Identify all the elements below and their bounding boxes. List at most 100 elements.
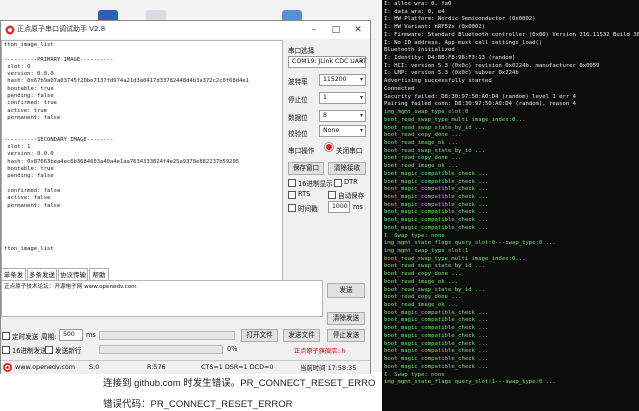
error-code: 错误代码：PR_CONNECT_RESET_ERROR [103,399,293,410]
clear-send-button[interactable]: 清除发送 [327,312,365,325]
terminal-line: I Swap type: none [384,371,445,378]
send-progress-bar [99,331,235,340]
port-select-label: 串口选择 [288,47,315,55]
terminal-line: I: Identity: D4:BB:F8:98:F3:13 (random) [384,55,516,62]
terminal-line: I: HCI: version 5.3 (0x0c) revision 0x02… [384,62,600,69]
receive-line [4,130,249,137]
receive-line: active: true [4,107,48,114]
status-url[interactable]: www.openedv.com [15,363,75,371]
terminal-line: I: Firmware: Standard Bluetooth controll… [384,31,639,38]
auto-save-checkbox[interactable] [328,191,336,199]
terminal-line: boot_read_swap_type_multi image_index:0.… [384,255,526,262]
minimize-button[interactable]: – [303,21,325,39]
receive-area[interactable]: tton_image_list ----------PRIMARY IMAGE--… [1,40,283,285]
port-status-indicator-icon [324,142,334,152]
send-button[interactable]: 发送 [327,283,365,298]
terminal-line: img_mgmt_swap_type slot:1 [384,248,469,254]
period-input[interactable]: 500 [59,329,83,341]
terminal-line: I: HW Variant: nRF52x (0x0002) [384,24,486,31]
parity-select[interactable]: None ▾ [319,125,366,137]
terminal-line: boot_magic_compatible_check ... [384,186,489,193]
terminal-line: boot_read_copy_done ... [384,155,462,162]
terminal-line: boot_magic_compatible_check ... [384,178,489,185]
browser-error-page: 连接到 github.com 时发生错误。PR_CONNECT_RESET_ER… [0,372,385,411]
app-logo-icon [5,25,15,35]
error-message: 连接到 github.com 时发生错误。PR_CONNECT_RESET_ER… [103,378,376,389]
timestamp-unit: ms [353,203,363,211]
receive-line [4,122,249,129]
terminal-line: boot_magic_compatible_check ... [384,224,489,231]
send-input[interactable]: 正点原子技术论坛：开源电子网 www.openedv.com [1,280,323,317]
receive-line: ----------SECONDARY IMAGE-------- [4,136,114,143]
terminal-window: I: alloc wra: 0, fa0 I: data wra: 0, e4 I:… [382,0,639,411]
terminal-line: boot_read_copy_done ... [384,132,462,139]
terminal-line: boot_read_image_ok ... [384,278,459,285]
receive-line: confirmed: true [4,100,57,107]
hex-send-checkbox[interactable] [2,346,10,354]
terminal-line: boot_read_image_ok ... [384,302,459,309]
receive-line [4,239,249,246]
maximize-button[interactable]: □ [325,21,347,39]
terminal-line: Advertising successfully started [384,78,492,85]
tab-protocol[interactable]: 协议传输 [58,268,88,280]
receive-line: tton_image_list [4,42,54,48]
timed-send-label: 定时发送 [12,333,39,341]
parity-value: None [323,127,340,134]
send-file-button[interactable]: 发送文件 [283,329,320,342]
auto-save-label: 自动保存 [338,192,365,200]
brand-link[interactable]: 正点原子旗舰店: h [294,346,345,355]
save-window-button[interactable]: 保存窗口 [288,162,324,175]
receive-line: pending: false [4,173,54,180]
hex-display-checkbox[interactable] [288,179,296,187]
period-label: 周期: [41,333,57,341]
terminal-line: Security failed: D8:30:97:50:A0:D4 (rand… [384,93,576,100]
chevron-down-icon: ▾ [359,127,363,134]
stopbits-select[interactable]: 1 ▾ [319,92,366,104]
settings-gear-icon[interactable] [3,363,12,372]
tab-multi-send[interactable]: 多条发送 [27,268,57,280]
window-title: 正点原子串口调试助手 V2.8 [17,25,106,33]
terminal-line: boot_magic_compatible_check ... [384,201,489,208]
timestamp-input[interactable]: 1000 [328,201,350,213]
receive-line: permanent: false [4,202,61,209]
status-recv-count: R:576 [147,363,166,371]
terminal-line: boot_magic_compatible_check ... [384,317,489,324]
status-bar: www.openedv.com S:0 R:576 CTS=1 DSR=1 DC… [1,360,370,374]
rts-checkbox[interactable] [288,191,296,199]
timestamp-checkbox[interactable] [288,204,296,212]
close-button[interactable]: ✕ [347,21,369,39]
clear-receive-button[interactable]: 清除接收 [328,162,366,175]
baud-select[interactable]: 115200 ▾ [319,74,366,86]
stop-send-button[interactable]: 停止发送 [327,329,365,342]
terminal-line: img_mgmt_swap_type slot:0 [384,109,469,116]
terminal-line: I: No ID address. App must call settings… [384,39,543,46]
send-newline-checkbox[interactable] [45,346,53,354]
port-select-value: COM19: JLink CDC UART [292,58,367,65]
terminal-line: boot_read_swap_type_multi image_index:0.… [384,116,526,123]
terminal-line: img_mgmt_state_flags query_slot:1---swap… [384,379,556,386]
terminal-line: boot_magic_compatible_check ... [384,170,489,177]
dtr-checkbox[interactable] [334,179,342,187]
receive-line [4,210,249,217]
port-select[interactable]: COM19: JLink CDC UART ▾ [288,56,367,68]
receive-line: slot: 1 [4,144,31,151]
databits-select[interactable]: 8 ▾ [319,110,366,122]
receive-line: slot: 0 [4,63,31,70]
timed-send-checkbox[interactable] [2,332,10,340]
terminal-line: boot_magic_compatible_check ... [384,217,489,224]
terminal-line: Bluetooth initialized [384,47,455,54]
terminal-line: boot_magic_compatible_check ... [384,356,489,363]
timestamp-value: 1000 [332,203,348,210]
progress-percent: 0% [227,345,238,353]
close-port-button[interactable]: 关闭串口 [336,145,362,155]
receive-text: tton_image_list ----------PRIMARY IMAGE--… [4,42,249,276]
tab-single-send[interactable]: 单条发送 [1,268,26,291]
open-file-button[interactable]: 打开文件 [241,329,278,342]
chevron-down-icon: ▾ [359,76,363,83]
tab-help[interactable]: 帮助 [89,268,109,280]
receive-line [4,49,249,56]
terminal-line: img_mgmt_state_flags query_slot:0---swap… [384,240,556,247]
receive-line: bootable: true [4,85,54,92]
terminal-line: boot_read_image_ok ... [384,163,459,170]
receive-line: confirmed: false [4,187,61,194]
